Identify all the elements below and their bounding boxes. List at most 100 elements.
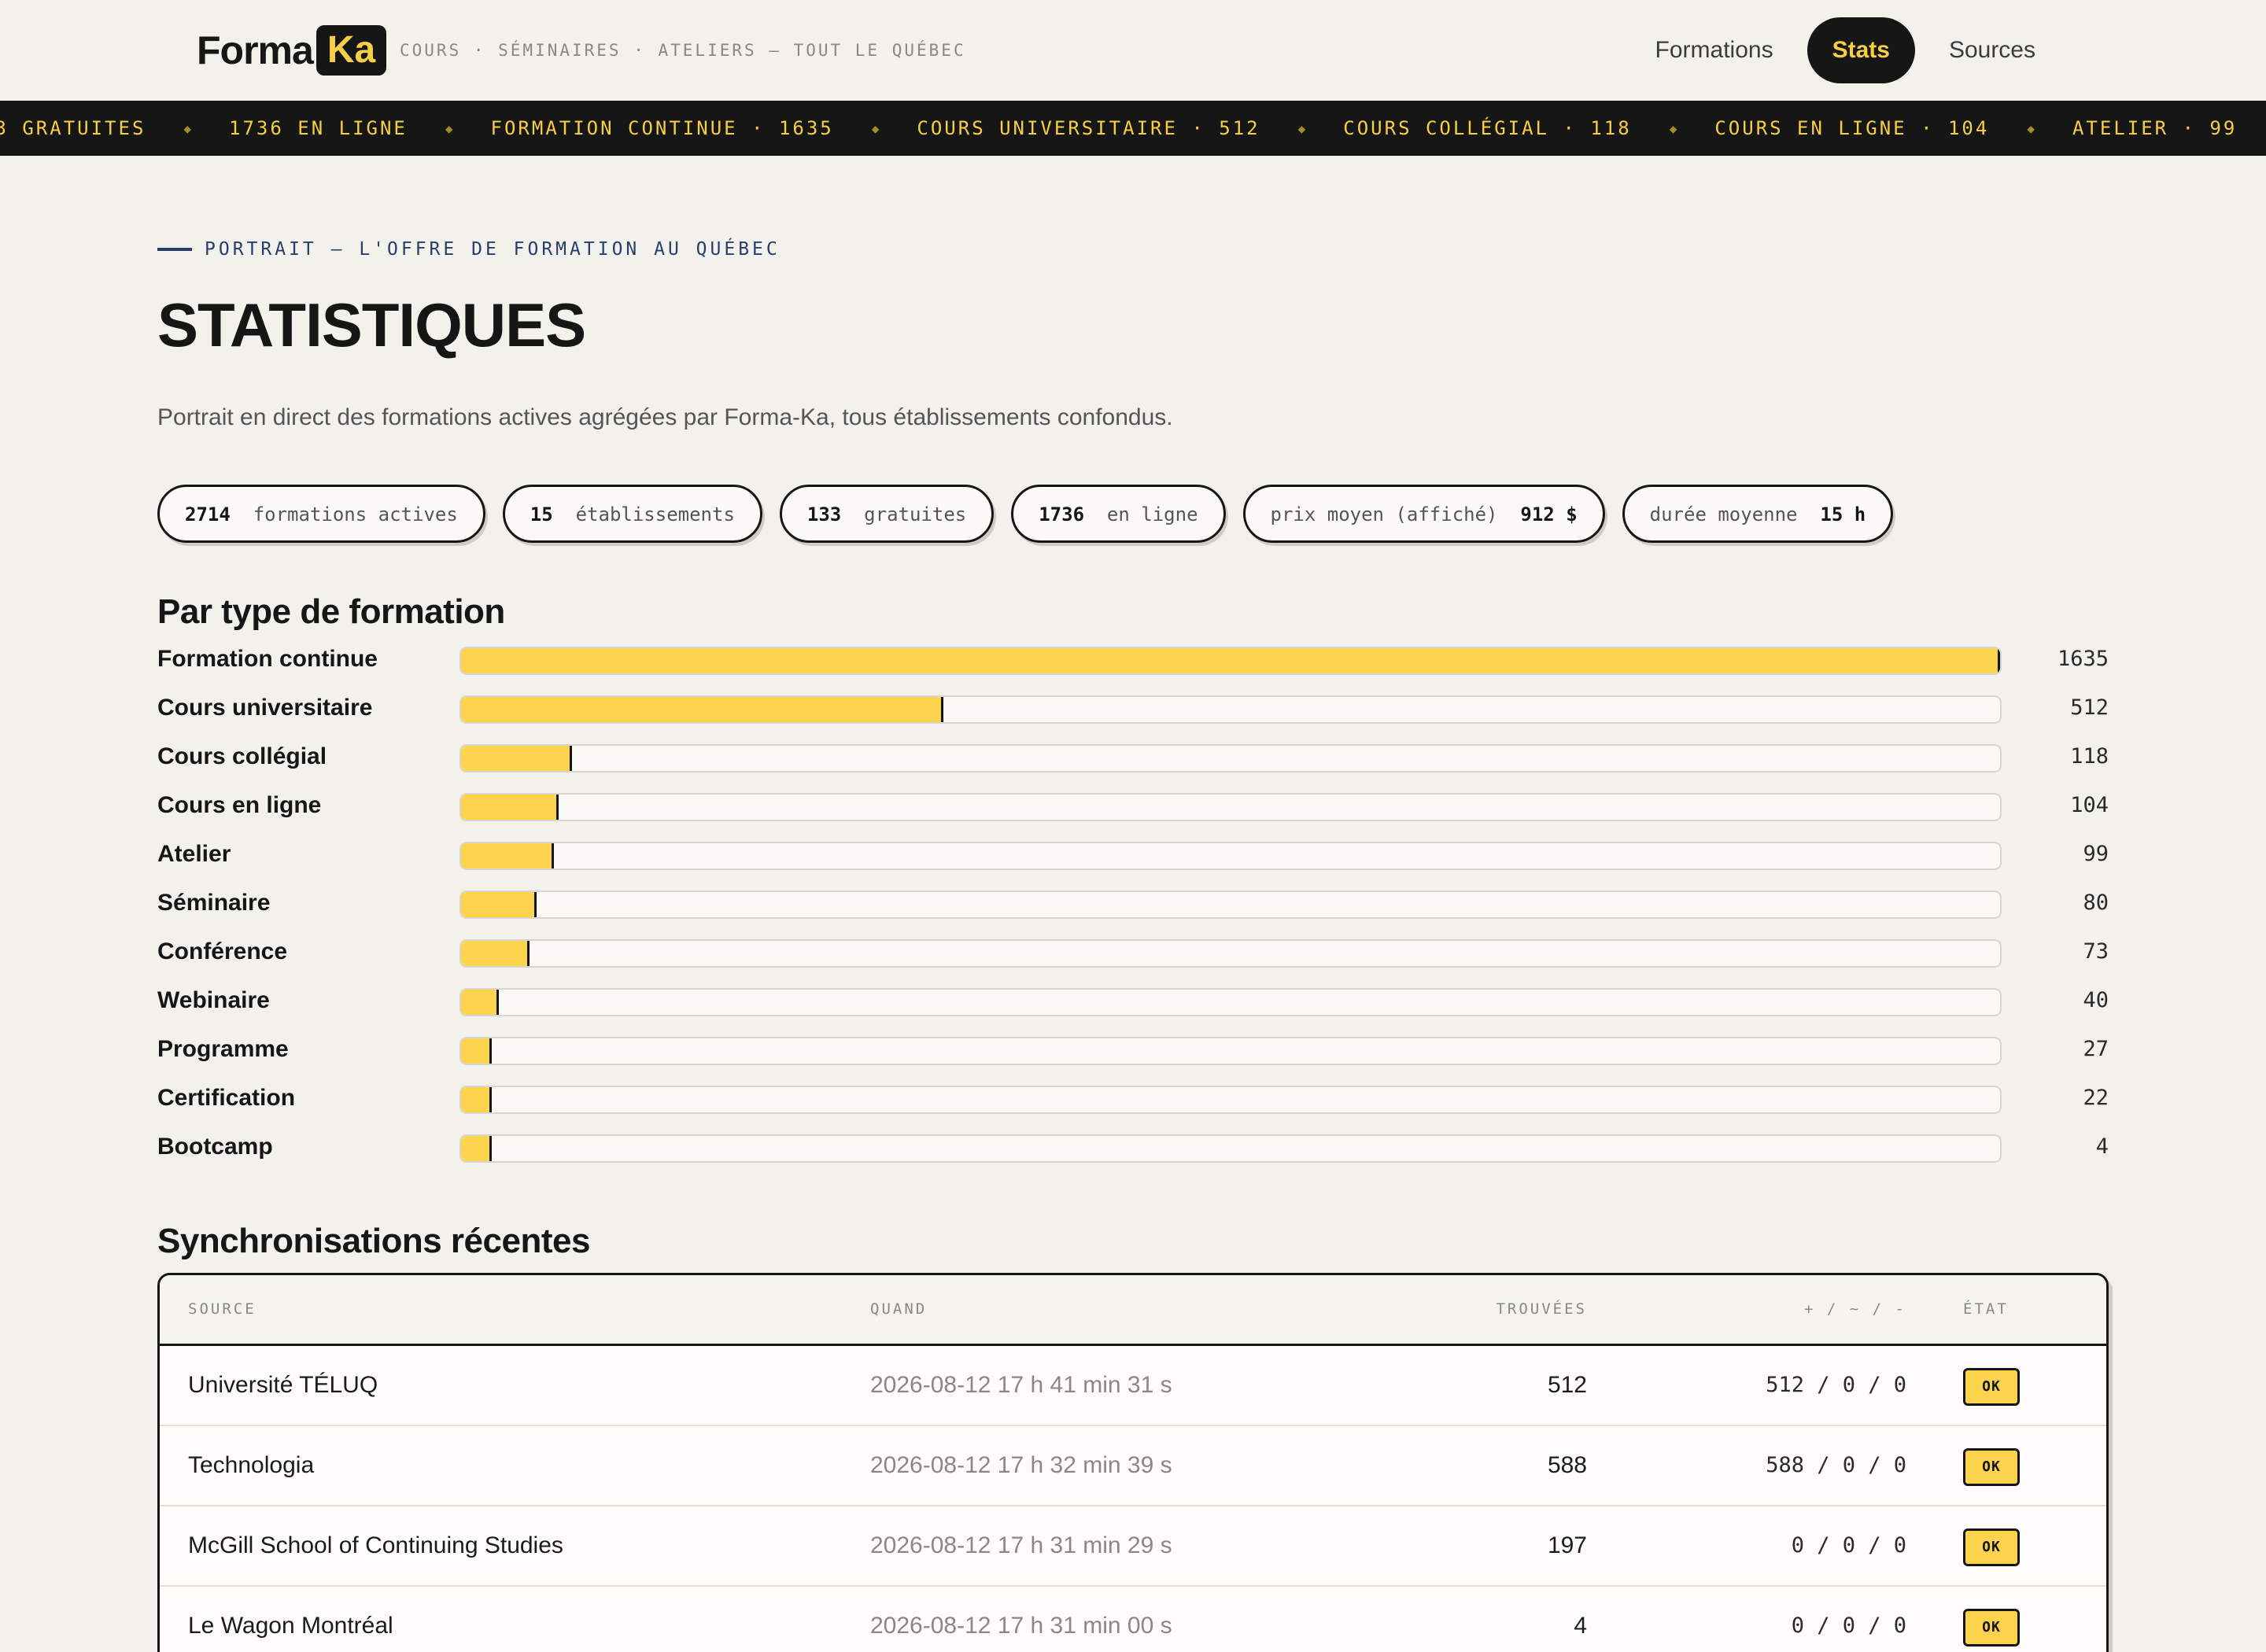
eyebrow-text: PORTRAIT — L'OFFRE DE FORMATION AU QUÉBE…	[205, 239, 781, 260]
stat-pill-value: 15	[530, 503, 553, 525]
bar-row: Certification 22	[157, 1082, 2109, 1131]
cell-when: 2026-08-12 17 h 41 min 31 s	[870, 1372, 1172, 1398]
ticker-item: 53 GRATUITES	[0, 117, 146, 139]
nav-formations[interactable]: Formations	[1622, 17, 1807, 83]
sync-section-title: Synchronisations récentes	[157, 1222, 590, 1260]
nav-sources[interactable]: Sources	[1915, 17, 2069, 83]
bar-label: Bootcamp	[157, 1134, 273, 1160]
th-when: QUAND	[870, 1300, 928, 1318]
bar-fill	[461, 1087, 493, 1112]
bar-value: 73	[2083, 939, 2109, 964]
bar-fill	[461, 648, 2000, 673]
bar-value: 99	[2083, 842, 2109, 866]
cell-diff: 0 / 0 / 0	[1791, 1613, 1906, 1638]
bar-value: 40	[2083, 988, 2109, 1012]
status-badge: OK	[1963, 1528, 2020, 1566]
table-row[interactable]: Technologia 2026-08-12 17 h 32 min 39 s 58…	[160, 1426, 2106, 1506]
bar-value: 27	[2083, 1037, 2109, 1061]
bar-track	[459, 1086, 2002, 1114]
bar-row: Conférence 73	[157, 936, 2109, 985]
ticker-item: COURS COLLÉGIAL · 118	[1343, 117, 1632, 139]
stat-pill: 1736 en ligne	[1011, 485, 1226, 543]
bar-row: Webinaire 40	[157, 985, 2109, 1034]
stat-pill-value: 15 h	[1820, 503, 1866, 525]
cell-when: 2026-08-12 17 h 31 min 00 s	[870, 1613, 1172, 1639]
cell-when: 2026-08-12 17 h 31 min 29 s	[870, 1532, 1172, 1558]
type-bar-chart: Formation continue 1635 Cours universitair…	[157, 643, 2109, 1180]
ticker-separator-icon: ◆	[445, 120, 453, 136]
stat-pill: 15 établissements	[502, 485, 762, 543]
table-row[interactable]: Université TÉLUQ 2026-08-12 17 h 41 min 3…	[160, 1346, 2106, 1426]
page-subtitle: Portrait en direct des formations active…	[157, 404, 1173, 430]
cell-found: 512	[1547, 1372, 1587, 1398]
bar-track	[459, 695, 2002, 724]
stat-pill-value: 1736	[1039, 503, 1085, 525]
ticker-item: ATELIER · 99	[2072, 117, 2238, 139]
cell-when: 2026-08-12 17 h 32 min 39 s	[870, 1452, 1172, 1478]
bar-fill	[461, 990, 499, 1015]
bar-value: 118	[2070, 744, 2109, 769]
stat-pill-label: durée moyenne	[1649, 503, 1798, 525]
site-header: Forma Ka COURS · SÉMINAIRES · ATELIERS —…	[0, 0, 2266, 101]
ticker-track: 53 GRATUITES ◆ 1736 EN LIGNE ◆ FORMATION CON…	[0, 101, 2266, 156]
bar-track	[459, 647, 2002, 675]
table-body: Université TÉLUQ 2026-08-12 17 h 41 min 3…	[160, 1346, 2106, 1652]
bar-label: Cours collégial	[157, 743, 327, 769]
bar-row: Formation continue 1635	[157, 643, 2109, 692]
th-source: SOURCE	[188, 1300, 256, 1318]
status-badge: OK	[1963, 1609, 2020, 1646]
table-row[interactable]: McGill School of Continuing Studies 2026-…	[160, 1506, 2106, 1587]
cell-source: McGill School of Continuing Studies	[188, 1532, 563, 1558]
bar-fill	[461, 941, 530, 966]
bar-label: Conférence	[157, 938, 288, 964]
table-header: SOURCE QUAND TROUVÉES + / ~ / - ÉTAT	[160, 1275, 2106, 1346]
bar-fill	[461, 746, 573, 771]
stat-pill: 133 gratuites	[779, 485, 995, 543]
page-title: STATISTIQUES	[157, 290, 586, 360]
bar-value: 4	[2095, 1134, 2109, 1159]
bar-fill	[461, 1038, 493, 1064]
bar-track	[459, 939, 2002, 968]
logo[interactable]: Forma Ka	[197, 24, 387, 77]
cell-found: 588	[1547, 1452, 1587, 1478]
status-badge: OK	[1963, 1448, 2020, 1486]
nav-stats[interactable]: Stats	[1807, 17, 1915, 83]
cell-found: 197	[1547, 1532, 1587, 1558]
cell-diff: 588 / 0 / 0	[1766, 1453, 1906, 1477]
bar-track	[459, 891, 2002, 919]
stat-pill-value: 912 $	[1520, 503, 1578, 525]
bar-track	[459, 1037, 2002, 1065]
bar-row: Cours universitaire 512	[157, 692, 2109, 741]
cell-diff: 0 / 0 / 0	[1791, 1533, 1906, 1558]
eyebrow: PORTRAIT — L'OFFRE DE FORMATION AU QUÉBE…	[157, 239, 781, 260]
bar-value: 22	[2083, 1086, 2109, 1110]
stat-pill-label: prix moyen (affiché)	[1270, 503, 1498, 525]
status-badge: OK	[1963, 1368, 2020, 1406]
stat-pill-label: établissements	[575, 503, 735, 525]
bar-track	[459, 988, 2002, 1016]
stats-ticker: 53 GRATUITES ◆ 1736 EN LIGNE ◆ FORMATION CON…	[0, 101, 2266, 156]
bar-fill	[461, 795, 559, 820]
bar-row: Cours en ligne 104	[157, 790, 2109, 839]
main-nav: Formations Stats Sources	[1622, 17, 2069, 83]
bar-label: Atelier	[157, 841, 231, 867]
tagline: COURS · SÉMINAIRES · ATELIERS — TOUT LE …	[400, 41, 966, 60]
types-section-title: Par type de formation	[157, 592, 505, 631]
stat-pill-value: 2714	[185, 503, 231, 525]
stat-pill: prix moyen (affiché) 912 $	[1242, 485, 1605, 543]
stat-pill: 2714 formations actives	[157, 485, 485, 543]
bar-track	[459, 842, 2002, 870]
table-row[interactable]: Le Wagon Montréal 2026-08-12 17 h 31 min …	[160, 1587, 2106, 1652]
cell-source: Le Wagon Montréal	[188, 1613, 393, 1639]
bar-fill	[461, 697, 943, 722]
stat-pill-value: 133	[806, 503, 842, 525]
bar-fill	[461, 843, 555, 868]
logo-text: Forma	[197, 28, 314, 72]
bar-label: Cours universitaire	[157, 695, 373, 721]
ticker-separator-icon: ◆	[1669, 120, 1677, 136]
ticker-item: COURS UNIVERSITAIRE · 512	[917, 117, 1260, 139]
cell-found: 4	[1574, 1613, 1587, 1639]
stat-pill-label: gratuites	[864, 503, 967, 525]
summary-pills: 2714 formations actives 15 établissements…	[157, 485, 1910, 543]
bar-row: Bootcamp 4	[157, 1131, 2109, 1180]
